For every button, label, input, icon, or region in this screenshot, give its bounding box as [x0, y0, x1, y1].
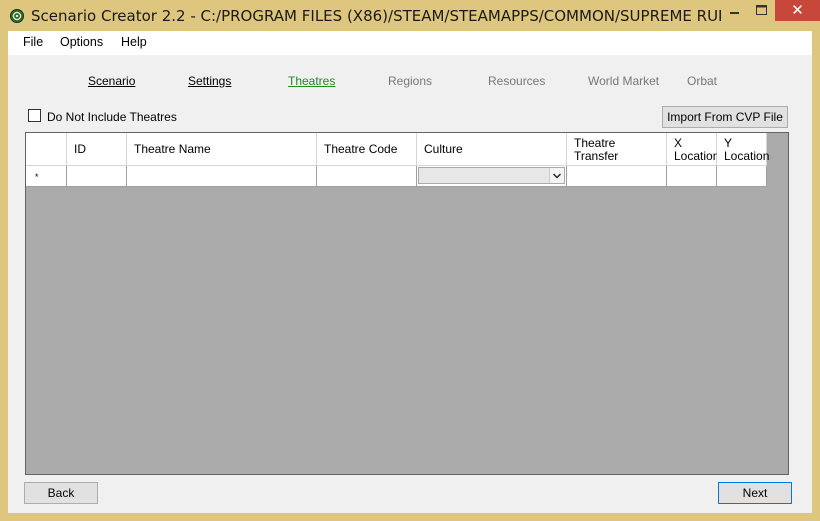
- minimize-button[interactable]: [721, 0, 748, 22]
- nav-tab-world-market: World Market: [588, 74, 660, 88]
- column-header-id[interactable]: ID: [67, 133, 127, 166]
- menu-bar: File Options Help: [8, 31, 812, 55]
- nav-tab-settings[interactable]: Settings: [188, 74, 231, 88]
- exclude-theatres-checkbox[interactable]: [28, 109, 41, 122]
- close-icon: ✕: [791, 1, 804, 19]
- cell-theatre-code[interactable]: [317, 166, 417, 187]
- nav-tab-theatres[interactable]: Theatres: [288, 74, 335, 88]
- column-header-theatre-name[interactable]: Theatre Name: [127, 133, 317, 166]
- exclude-theatres-label[interactable]: Do Not Include Theatres: [47, 110, 177, 124]
- maximize-button[interactable]: [748, 0, 775, 22]
- title-bar[interactable]: Scenario Creator 2.2 - C:/PROGRAM FILES …: [0, 0, 820, 32]
- menu-file[interactable]: File: [23, 35, 43, 49]
- column-label: Culture: [424, 142, 463, 156]
- menu-options[interactable]: Options: [60, 35, 103, 49]
- maximize-icon: [756, 5, 767, 15]
- column-label: X Location: [674, 136, 720, 163]
- column-label: Y Location: [724, 136, 770, 163]
- column-label: ID: [74, 142, 86, 156]
- new-row-marker: *: [35, 172, 39, 182]
- column-label: Theatre Transfer: [574, 136, 619, 163]
- nav-tab-regions: Regions: [388, 74, 433, 88]
- column-header-theatre-transfer[interactable]: Theatre Transfer: [567, 133, 667, 166]
- column-header-x-location[interactable]: X Location: [667, 133, 720, 166]
- chevron-down-icon[interactable]: [549, 168, 564, 183]
- column-label: Theatre Name: [134, 142, 211, 156]
- column-label: Theatre Code: [324, 142, 398, 156]
- cell-id[interactable]: [67, 166, 127, 187]
- row-header-column: [26, 133, 67, 166]
- import-cvp-button[interactable]: Import From CVP File: [662, 106, 788, 128]
- minimize-icon: [730, 12, 739, 14]
- cell-theatre-transfer[interactable]: [567, 166, 667, 187]
- column-header-y-location[interactable]: Y Location: [717, 133, 770, 166]
- column-header-theatre-code[interactable]: Theatre Code: [317, 133, 417, 166]
- client-area: File Options Help Scenario Settings Thea…: [8, 31, 812, 513]
- menu-help[interactable]: Help: [121, 35, 147, 49]
- back-button[interactable]: Back: [24, 482, 98, 504]
- column-header-culture[interactable]: Culture: [417, 133, 567, 166]
- nav-tab-resources: Resources: [488, 74, 546, 88]
- theatres-grid: ID Theatre Name Theatre Code Culture The…: [25, 132, 789, 475]
- culture-dropdown[interactable]: [418, 167, 565, 184]
- cell-culture: [417, 166, 567, 187]
- window-title: Scenario Creator 2.2 - C:/PROGRAM FILES …: [31, 7, 721, 25]
- cell-x-location[interactable]: [667, 166, 717, 187]
- app-icon: [10, 9, 24, 23]
- nav-tab-orbat: Orbat: [687, 74, 718, 88]
- cell-y-location[interactable]: [717, 166, 767, 187]
- close-button[interactable]: ✕: [775, 0, 820, 21]
- cell-theatre-name[interactable]: [127, 166, 317, 187]
- main-window: Scenario Creator 2.2 - C:/PROGRAM FILES …: [0, 0, 820, 521]
- next-button[interactable]: Next: [718, 482, 792, 504]
- nav-tab-scenario[interactable]: Scenario: [88, 74, 135, 88]
- new-row-header[interactable]: *: [26, 166, 67, 187]
